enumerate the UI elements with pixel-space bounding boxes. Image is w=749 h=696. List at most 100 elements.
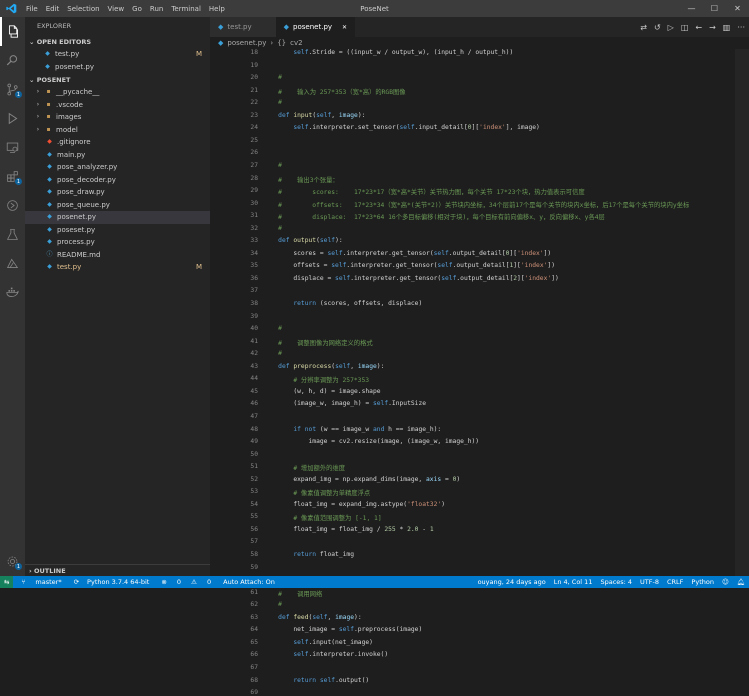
cursor-position[interactable]: Ln 4, Col 11 bbox=[550, 578, 597, 586]
menu-item[interactable]: Terminal bbox=[167, 5, 205, 13]
menu-item[interactable]: Edit bbox=[42, 5, 64, 13]
folder-item[interactable]: › ▪ model bbox=[25, 124, 210, 137]
file-item[interactable]: ◆ posenet.py bbox=[25, 211, 210, 224]
line-number: 52 bbox=[250, 475, 258, 483]
project-header[interactable]: ⌄ POSENET bbox=[25, 74, 210, 86]
file-item[interactable]: ◆ pose_queue.py bbox=[25, 199, 210, 212]
feedback-icon[interactable]: ☺ bbox=[718, 578, 733, 586]
compare-icon[interactable]: ⇄ bbox=[640, 23, 647, 32]
language-mode[interactable]: Python bbox=[687, 578, 718, 586]
breadcrumb-symbol[interactable]: cv2 bbox=[290, 37, 302, 49]
timeline-icon[interactable] bbox=[0, 191, 25, 220]
bookmarks-icon[interactable] bbox=[0, 249, 25, 278]
extensions-icon[interactable]: 1 bbox=[0, 162, 25, 191]
indentation[interactable]: Spaces: 4 bbox=[596, 578, 636, 586]
close-icon[interactable]: ✕ bbox=[726, 0, 749, 17]
file-item[interactable]: ◆ .gitignore bbox=[25, 136, 210, 149]
file-item[interactable]: ◆ poseset.py bbox=[25, 224, 210, 237]
code-line: # bbox=[278, 74, 282, 82]
minimap[interactable] bbox=[735, 49, 749, 576]
file-item[interactable]: ◆ pose_analyzer.py bbox=[25, 161, 210, 174]
chevron-right-icon: › bbox=[36, 113, 40, 120]
split-editor-icon[interactable]: ▥ bbox=[723, 23, 731, 32]
sync-icon[interactable]: ⟳ bbox=[70, 578, 83, 586]
tab-posenet-py[interactable]: ◆ posenet.py ✕ bbox=[275, 17, 356, 37]
close-tab-icon[interactable]: ✕ bbox=[342, 24, 347, 31]
file-label: process.py bbox=[57, 238, 95, 246]
chevron-down-icon: ⌄ bbox=[29, 38, 37, 46]
more-actions-icon[interactable]: ··· bbox=[737, 23, 745, 32]
breadcrumb-file[interactable]: posenet.py bbox=[227, 37, 266, 49]
code-line: self.interpreter.set_tensor(self.input_d… bbox=[293, 124, 540, 132]
run-debug-icon[interactable] bbox=[0, 104, 25, 133]
line-number: 33 bbox=[250, 237, 258, 245]
folder-item[interactable]: › ▪ images bbox=[25, 111, 210, 124]
remote-explorer-icon[interactable] bbox=[0, 133, 25, 162]
testing-icon[interactable] bbox=[0, 220, 25, 249]
history-icon[interactable]: ↺ bbox=[654, 23, 661, 32]
menu-item[interactable]: Help bbox=[205, 5, 229, 13]
file-item[interactable]: ◆ process.py bbox=[25, 236, 210, 249]
python-interpreter[interactable]: Python 3.7.4 64-bit bbox=[83, 578, 153, 586]
auto-attach[interactable]: Auto Attach: On bbox=[219, 578, 279, 586]
menu-item[interactable]: Go bbox=[128, 5, 146, 13]
menu-item[interactable]: View bbox=[104, 5, 129, 13]
menu-item[interactable]: Run bbox=[146, 5, 167, 13]
settings-gear-icon[interactable]: 1 bbox=[0, 547, 25, 576]
maximize-icon[interactable]: ☐ bbox=[703, 0, 726, 17]
line-number: 20 bbox=[250, 74, 258, 82]
python-file-icon: ◆ bbox=[218, 39, 224, 47]
line-number: 27 bbox=[250, 161, 258, 169]
code-line: # bbox=[278, 161, 282, 169]
explorer-icon[interactable] bbox=[0, 17, 25, 46]
next-change-icon[interactable]: → bbox=[709, 23, 716, 32]
open-editor-item[interactable]: ◆ posenet.py bbox=[25, 61, 210, 74]
line-number: 48 bbox=[250, 425, 258, 433]
previous-change-icon[interactable]: ← bbox=[695, 23, 702, 32]
run-icon[interactable]: ▷ bbox=[668, 23, 674, 32]
notifications-icon[interactable]: 🔔︎ bbox=[733, 578, 749, 586]
search-icon[interactable] bbox=[0, 46, 25, 75]
file-item[interactable]: ◆ test.py M bbox=[25, 261, 210, 274]
line-number: 44 bbox=[250, 375, 258, 383]
status-right: ouyang, 24 days ago Ln 4, Col 11 Spaces:… bbox=[474, 576, 749, 588]
encoding[interactable]: UTF-8 bbox=[636, 578, 663, 586]
chevron-right-icon: › bbox=[36, 100, 40, 108]
menu-item[interactable]: Selection bbox=[63, 5, 103, 13]
file-item[interactable]: ◆ pose_decoder.py bbox=[25, 174, 210, 187]
line-ending[interactable]: CRLF bbox=[663, 578, 687, 586]
file-label: posenet.py bbox=[57, 213, 96, 221]
branch-icon: ⑂ bbox=[21, 578, 28, 586]
minimize-icon[interactable]: — bbox=[680, 0, 703, 17]
tab-bar: ◆ test.py ◆ posenet.py ✕ ⇄ ↺ ▷ ◫ ← → ▥ ··· bbox=[210, 17, 749, 37]
editor-actions: ⇄ ↺ ▷ ◫ ← → ▥ ··· bbox=[640, 17, 745, 37]
outline-header[interactable]: › OUTLINE bbox=[25, 564, 210, 576]
menu-item[interactable]: File bbox=[22, 5, 42, 13]
problems-indicator[interactable]: ⊗ 0 ⚠ 0 bbox=[153, 578, 219, 586]
remote-icon[interactable]: ⇆ bbox=[0, 576, 14, 588]
code-line: # 像素值调整为单精度浮点 bbox=[293, 490, 371, 498]
split-preview-icon[interactable]: ◫ bbox=[681, 23, 689, 32]
line-number: 36 bbox=[250, 274, 258, 282]
folder-item[interactable]: › ▪ __pycache__ bbox=[25, 86, 210, 99]
code-line: (image_w, image_h) = self.InputSize bbox=[263, 400, 427, 408]
file-item[interactable]: ⓘ README.md bbox=[25, 249, 210, 262]
git-blame[interactable]: ouyang, 24 days ago bbox=[474, 578, 550, 586]
tab-test-py[interactable]: ◆ test.py bbox=[210, 17, 276, 37]
code-line: # 输出3个张量： bbox=[278, 176, 339, 184]
file-item[interactable]: ◆ main.py bbox=[25, 149, 210, 162]
git-branch[interactable]: ⑂ master* bbox=[13, 578, 69, 586]
python-file-icon: ◆ bbox=[45, 62, 50, 70]
line-number: 45 bbox=[250, 387, 258, 395]
line-number: 64 bbox=[250, 626, 258, 634]
file-item[interactable]: ◆ pose_draw.py bbox=[25, 186, 210, 199]
open-editor-item[interactable]: ◆ test.py M bbox=[25, 48, 210, 61]
braces-icon: {} bbox=[277, 39, 287, 47]
python-file-icon: ◆ bbox=[47, 163, 52, 170]
open-editors-header[interactable]: ⌄ OPEN EDITORS bbox=[25, 36, 210, 48]
line-number: 23 bbox=[250, 111, 258, 119]
line-number: 39 bbox=[250, 312, 258, 320]
source-control-icon[interactable]: 1 bbox=[0, 75, 25, 104]
docker-icon[interactable] bbox=[0, 278, 25, 307]
folder-item[interactable]: › ▪ .vscode bbox=[25, 99, 210, 112]
